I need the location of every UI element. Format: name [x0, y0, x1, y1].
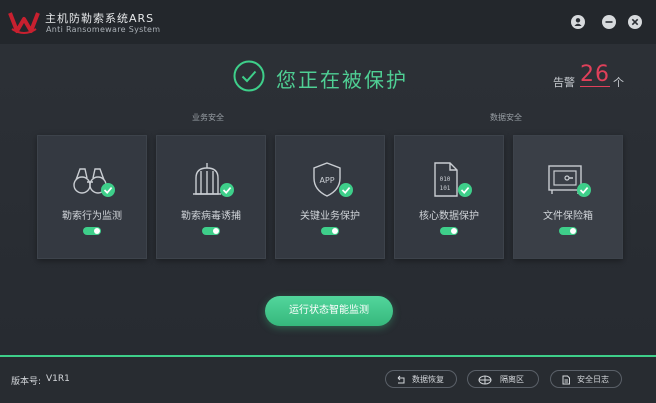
section-business-label: 业务安全 — [192, 113, 224, 122]
card-label: 核心数据保护 — [419, 211, 479, 222]
binoculars-icon — [73, 168, 115, 197]
card-label: 关键业务保护 — [300, 211, 360, 222]
cage-icon — [193, 163, 234, 197]
card-key-business-protection[interactable]: APP 关键业务保护 — [275, 135, 385, 259]
minimize-icon[interactable] — [602, 15, 616, 29]
version-value: V1R1 — [46, 374, 70, 384]
svg-text:010: 010 — [440, 176, 451, 183]
toggle-switch[interactable] — [440, 227, 458, 235]
restore-icon — [397, 375, 405, 384]
version-label: 版本号: — [11, 377, 42, 387]
button-label: 数据恢复 — [412, 375, 444, 384]
card-label: 勒索行为监测 — [62, 211, 122, 222]
close-icon[interactable] — [628, 15, 642, 29]
card-core-data-protection[interactable]: 010 101 核心数据保护 — [394, 135, 504, 259]
safe-icon — [548, 165, 591, 197]
protected-check-icon — [233, 60, 265, 92]
toggle-switch[interactable] — [321, 227, 339, 235]
data-file-icon: 010 101 — [434, 162, 472, 197]
alarm-label: 告警 — [553, 76, 575, 89]
logo-icon — [8, 12, 40, 34]
card-label: 勒索病毒诱捕 — [181, 211, 241, 222]
toggle-switch[interactable] — [83, 227, 101, 235]
smart-monitor-button[interactable]: 运行状态智能监测 — [265, 296, 393, 326]
section-data-label: 数据安全 — [490, 113, 522, 122]
app-title: 主机防勒索系统ARS — [45, 12, 155, 25]
app-subtitle: Anti Ransomeware System — [46, 25, 161, 34]
alarm-count[interactable]: 26 — [580, 64, 610, 87]
quarantine-icon — [478, 375, 492, 385]
toggle-switch[interactable] — [559, 227, 577, 235]
user-icon[interactable] — [571, 15, 585, 29]
card-ransom-virus-trap[interactable]: 勒索病毒诱捕 — [156, 135, 266, 259]
card-label: 文件保险箱 — [543, 211, 593, 222]
toggle-switch[interactable] — [202, 227, 220, 235]
quarantine-button[interactable]: 隔离区 — [467, 370, 539, 388]
button-label: 安全日志 — [577, 375, 609, 384]
button-label: 隔离区 — [500, 375, 524, 384]
app-shield-icon: APP — [313, 162, 353, 197]
security-log-button[interactable]: 安全日志 — [550, 370, 622, 388]
svg-text:101: 101 — [440, 185, 451, 192]
title-bar: 主机防勒索系统ARS Anti Ransomeware System — [0, 0, 656, 44]
card-file-safe[interactable]: 文件保险箱 — [513, 135, 623, 259]
protection-status: 您正在被保护 — [276, 68, 408, 92]
app-window: 主机防勒索系统ARS Anti Ransomeware System 您正在被保… — [0, 0, 656, 403]
data-restore-button[interactable]: 数据恢复 — [385, 370, 457, 388]
alarm-unit: 个 — [613, 76, 624, 89]
footer-bar: 版本号: V1R1 数据恢复 隔离区 安全日志 — [0, 357, 656, 403]
card-ransom-behavior-monitor[interactable]: 勒索行为监测 — [37, 135, 147, 259]
log-icon — [562, 375, 570, 385]
svg-text:APP: APP — [319, 176, 334, 185]
